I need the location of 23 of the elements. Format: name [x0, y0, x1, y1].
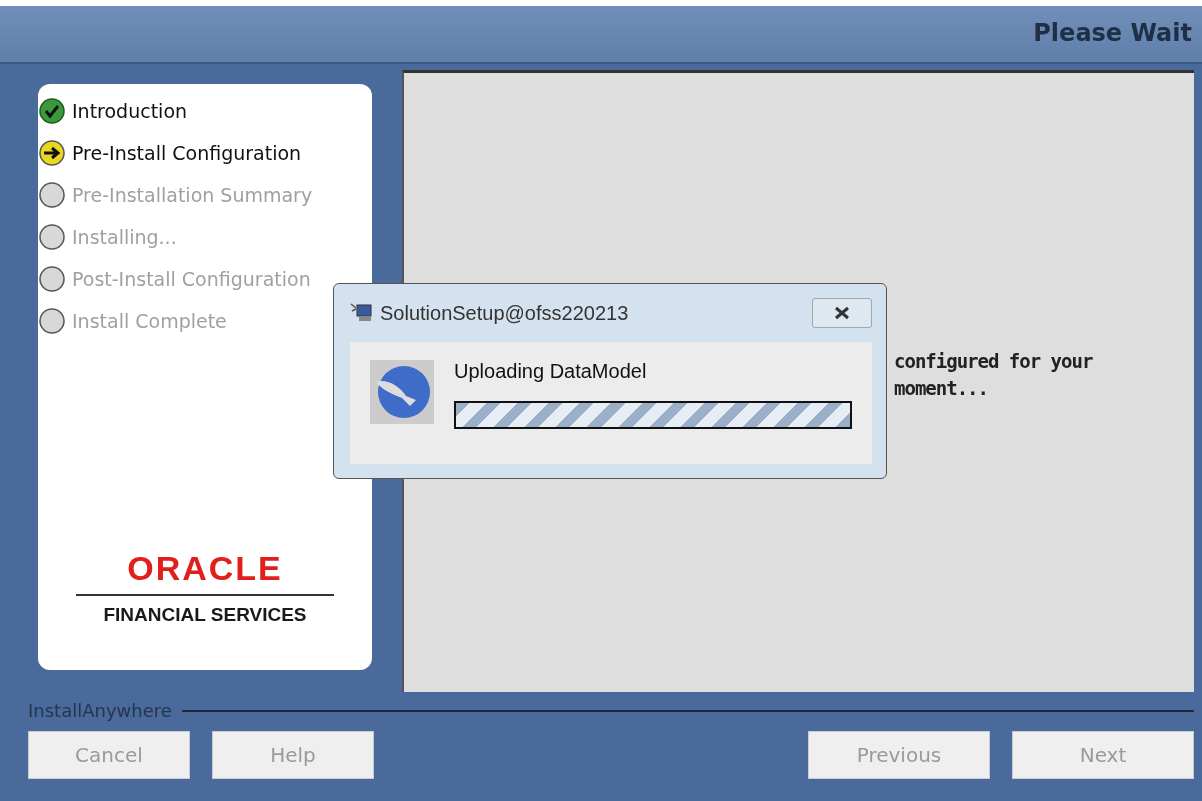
dialog-message: Uploading DataModel [454, 360, 648, 383]
step-label: Install Complete [72, 310, 227, 332]
globe-wrench-icon [370, 360, 434, 424]
message-text: configured for your [894, 349, 1094, 374]
step-label: Post-Install Configuration [72, 268, 311, 290]
header-title: Please Wait [1033, 19, 1192, 47]
step-label: Pre-Install Configuration [72, 142, 302, 164]
circle-icon [38, 223, 66, 251]
computer-icon [350, 302, 374, 324]
circle-icon [38, 181, 66, 209]
step-label: Pre-Installation Summary [72, 184, 313, 206]
circle-icon [38, 265, 66, 293]
step-label: Introduction [72, 100, 188, 122]
dialog-title: SolutionSetup@ofss220213 [380, 301, 630, 325]
vendor-label: InstallAnywhere [28, 700, 172, 721]
message-text: moment... [894, 376, 989, 401]
close-button[interactable] [812, 298, 872, 328]
logo-brand: ORACLE [127, 549, 283, 588]
step-label: Installing... [72, 226, 177, 248]
circle-icon [38, 307, 66, 335]
close-icon [833, 306, 851, 320]
logo-subtitle: FINANCIAL SERVICES [103, 604, 307, 626]
check-icon [38, 97, 66, 125]
